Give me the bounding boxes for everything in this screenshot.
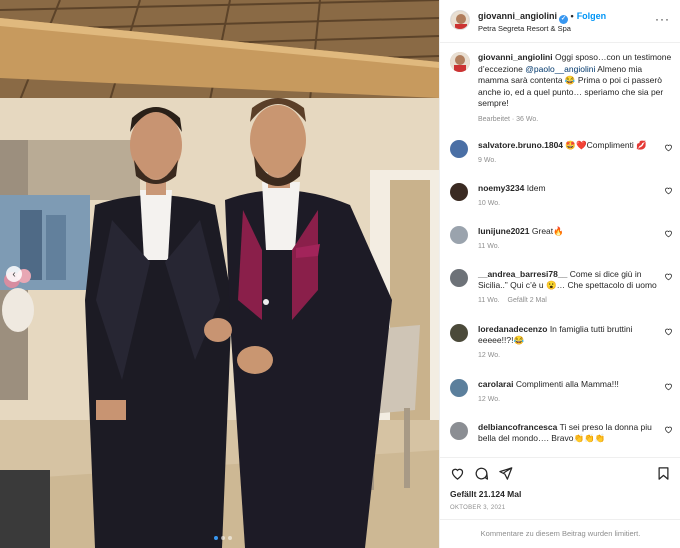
avatar[interactable] xyxy=(450,226,468,244)
comment-username[interactable]: salvatore.bruno.1804 xyxy=(478,140,563,150)
wedding-photo-image xyxy=(0,0,439,548)
post-actions-bar xyxy=(440,457,680,487)
likes-count[interactable]: Gefällt 21.124 Mal xyxy=(450,489,521,499)
follow-button[interactable]: Folgen xyxy=(577,11,607,21)
comment-icon[interactable] xyxy=(474,466,489,481)
comment-username[interactable]: carolarai xyxy=(478,379,513,389)
carousel-dot xyxy=(214,536,218,540)
share-paper-plane-icon[interactable] xyxy=(498,466,513,481)
comment-item: lunijune2021 Great🔥 11 Wo. xyxy=(450,226,675,250)
more-options-icon[interactable]: ··· xyxy=(655,12,670,26)
comment-likes[interactable]: Gefällt 2 Mal xyxy=(508,297,547,304)
avatar[interactable] xyxy=(450,140,468,158)
comment-item: __andrea_barresi78__ Come si dice giù in… xyxy=(450,269,675,304)
comment-time: 12 Wo. xyxy=(478,352,501,359)
like-comment-heart-icon[interactable] xyxy=(664,425,673,434)
comment-time: 11 Wo. xyxy=(478,243,500,250)
verified-badge-icon: ✓ xyxy=(559,15,569,24)
avatar[interactable] xyxy=(450,52,470,72)
like-comment-heart-icon[interactable] xyxy=(664,382,673,391)
username-link[interactable]: giovanni_angiolini xyxy=(478,11,557,21)
header-user-line: giovanni_angiolini ✓ • Folgen xyxy=(478,11,607,24)
carousel-dots xyxy=(214,536,232,540)
comment-text: Complimenti alla Mamma!!! xyxy=(515,379,619,389)
avatar[interactable] xyxy=(450,183,468,201)
avatar[interactable] xyxy=(450,10,470,30)
chevron-left-icon: ‹ xyxy=(12,268,16,280)
like-comment-heart-icon[interactable] xyxy=(664,186,673,195)
like-comment-heart-icon[interactable] xyxy=(664,143,673,152)
carousel-dot xyxy=(221,536,225,540)
caption-username[interactable]: giovanni_angiolini xyxy=(478,52,553,62)
comment-time: 9 Wo. xyxy=(478,157,497,164)
carousel-previous-button[interactable]: ‹ xyxy=(6,266,22,282)
carousel-dot xyxy=(228,536,232,540)
like-comment-heart-icon[interactable] xyxy=(664,229,673,238)
comment-item: noemy3234 Idem 10 Wo. xyxy=(450,183,675,207)
avatar[interactable] xyxy=(450,422,468,440)
comments-limited-notice: Kommentare zu diesem Beitrag wurden limi… xyxy=(440,519,680,548)
comment-time: 12 Wo. xyxy=(478,396,501,403)
comment-username[interactable]: noemy3234 xyxy=(478,183,524,193)
caption-text: giovanni_angiolini Oggi sposo…con un tes… xyxy=(478,52,675,110)
comment-time: 11 Wo. xyxy=(478,297,500,304)
bookmark-icon[interactable] xyxy=(656,466,671,481)
caption-meta: Bearbeitet · 36 Wo. xyxy=(478,115,539,123)
comment-username[interactable]: lunijune2021 xyxy=(478,226,530,236)
like-comment-heart-icon[interactable] xyxy=(664,272,673,281)
avatar[interactable] xyxy=(450,269,468,287)
comment-item: salvatore.bruno.1804 🤩❤️Complimenti 💋 9 … xyxy=(450,140,675,164)
caption: giovanni_angiolini Oggi sposo…con un tes… xyxy=(450,52,675,123)
post-header: giovanni_angiolini ✓ • Folgen Petra Segret… xyxy=(440,0,680,43)
post-date[interactable]: OKTOBER 3, 2021 xyxy=(450,505,505,511)
post-photo[interactable]: ‹ xyxy=(0,0,439,548)
location-link[interactable]: Petra Segreta Resort & Spa xyxy=(478,24,571,33)
comment-item: loredanadecenzo In famiglia tutti brutti… xyxy=(450,324,675,359)
like-comment-heart-icon[interactable] xyxy=(664,327,673,336)
comment-text: 🤩❤️Complimenti 💋 xyxy=(565,140,647,150)
avatar[interactable] xyxy=(450,324,468,342)
comment-item: delbiancofrancesca Ti sei preso la donna… xyxy=(450,422,675,444)
post-side-panel: giovanni_angiolini ✓ • Folgen Petra Segret… xyxy=(439,0,680,548)
comment-username[interactable]: __andrea_barresi78__ xyxy=(478,269,567,279)
comment-username[interactable]: delbiancofrancesca xyxy=(478,422,557,432)
avatar[interactable] xyxy=(450,379,468,397)
like-heart-icon[interactable] xyxy=(450,466,465,481)
comment-text: Great🔥 xyxy=(531,226,564,236)
comment-text: Idem xyxy=(526,183,546,193)
mention-link[interactable]: @paolo__angiolini xyxy=(525,64,595,74)
comment-item: carolarai Complimenti alla Mamma!!! 12 W… xyxy=(450,379,675,403)
comment-username[interactable]: loredanadecenzo xyxy=(478,324,547,334)
comment-time: 10 Wo. xyxy=(478,200,501,207)
